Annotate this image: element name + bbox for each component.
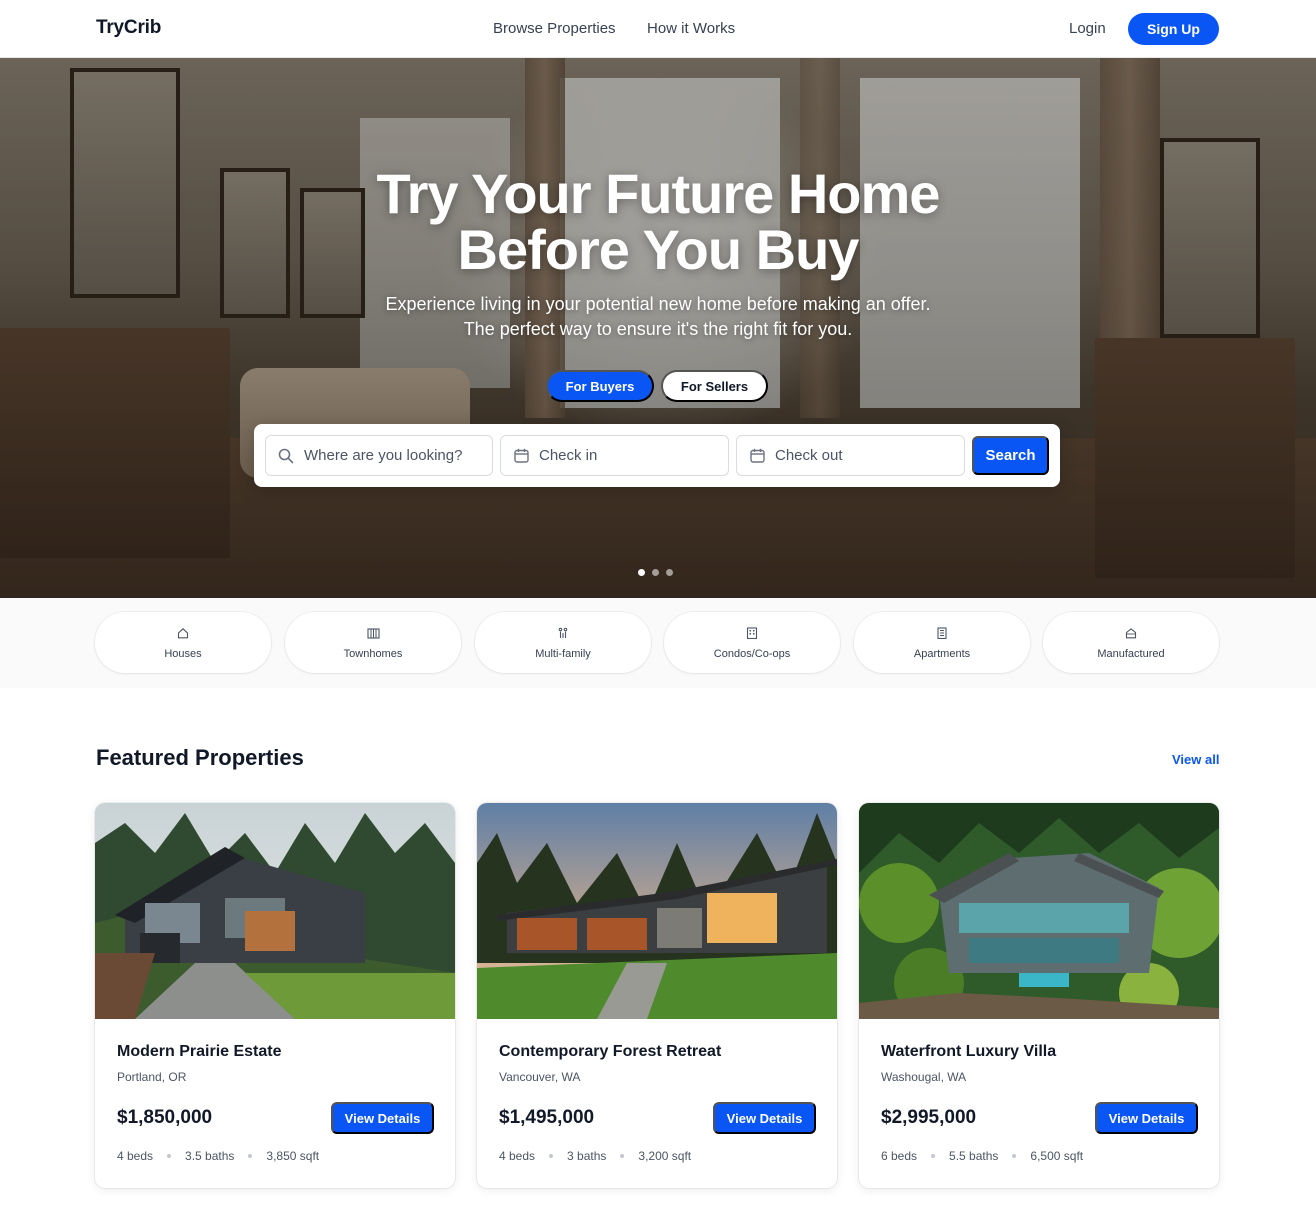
separator-dot [620,1154,625,1158]
for-buyers-toggle[interactable]: For Buyers [546,370,654,402]
category-label: Manufactured [1097,647,1165,660]
property-name: Waterfront Luxury Villa [881,1043,1057,1060]
category-apartments[interactable]: Apartments [854,612,1030,673]
carousel-dot-1[interactable] [638,569,645,576]
property-photo[interactable] [95,803,455,1019]
baths-count: 5.5 baths [949,1149,999,1163]
login-link[interactable]: Login [1069,20,1106,37]
condo-icon [745,626,759,640]
for-sellers-toggle[interactable]: For Sellers [661,370,768,402]
category-multi-family[interactable]: Multi-family [475,612,651,673]
location-search-input[interactable]: Where are you looking? [265,435,493,476]
search-bar: Where are you looking? Check in Check ou… [254,424,1060,487]
view-all-link[interactable]: View all [1172,752,1219,767]
property-specs: 4 beds 3 baths 3,200 sqft [499,1149,691,1163]
property-card[interactable]: Contemporary Forest Retreat Vancouver, W… [477,803,837,1188]
category-condos-co-ops[interactable]: Condos/Co-ops [664,612,840,673]
beds-count: 4 beds [117,1149,154,1163]
nav-how-it-works[interactable]: How it Works [647,20,735,37]
carousel-dots [638,569,673,576]
beds-count: 6 beds [881,1149,918,1163]
hero-section: Try Your Future Home Before You Buy Expe… [0,58,1316,598]
hero-subtitle-line-2: The perfect way to ensure it's the right… [463,319,853,339]
hero-title: Try Your Future Home Before You Buy [0,166,1316,278]
search-icon [277,447,295,465]
hero-title-line-1: Try Your Future Home [376,162,941,225]
check-in-placeholder: Check in [539,447,598,464]
beds-count: 4 beds [499,1149,536,1163]
top-nav-bar: TryCrib Browse Properties How it Works L… [0,0,1316,58]
property-name: Contemporary Forest Retreat [499,1043,722,1060]
baths-count: 3 baths [567,1149,607,1163]
view-details-button[interactable]: View Details [331,1102,434,1134]
property-name: Modern Prairie Estate [117,1043,282,1060]
category-houses[interactable]: Houses [95,612,271,673]
property-price: $1,495,000 [499,1107,595,1128]
check-out-placeholder: Check out [775,447,843,464]
category-label: Condos/Co-ops [713,647,791,660]
property-photo[interactable] [859,803,1219,1019]
property-specs: 4 beds 3.5 baths 3,850 sqft [117,1149,319,1163]
manufactured-home-icon [1124,626,1138,640]
separator-dot [931,1154,936,1158]
category-label: Townhomes [343,647,403,660]
townhome-icon [366,626,380,640]
calendar-icon [748,447,766,465]
baths-count: 3.5 baths [185,1149,235,1163]
separator-dot [248,1154,253,1158]
property-type-categories: Houses Townhomes Multi-family Condos/Co-… [0,598,1316,688]
property-photo[interactable] [477,803,837,1019]
logo[interactable]: TryCrib [96,17,161,39]
square-footage: 6,500 sqft [1030,1149,1084,1163]
property-specs: 6 beds 5.5 baths 6,500 sqft [881,1149,1083,1163]
property-location: Washougal, WA [881,1070,967,1084]
location-placeholder: Where are you looking? [304,447,463,464]
house-icon [176,626,190,640]
carousel-dot-2[interactable] [652,569,659,576]
square-footage: 3,200 sqft [638,1149,692,1163]
separator-dot [1012,1154,1017,1158]
check-in-input[interactable]: Check in [500,435,729,476]
view-details-button[interactable]: View Details [713,1102,816,1134]
separator-dot [549,1154,554,1158]
property-location: Vancouver, WA [499,1070,581,1084]
hero-subtitle-line-1: Experience living in your potential new … [385,294,931,314]
carousel-dot-3[interactable] [666,569,673,576]
search-button[interactable]: Search [972,436,1049,475]
property-card[interactable]: Waterfront Luxury Villa Washougal, WA $2… [859,803,1219,1188]
multi-family-icon [556,626,570,640]
featured-properties-heading: Featured Properties [96,745,304,770]
property-card[interactable]: Modern Prairie Estate Portland, OR $1,85… [95,803,455,1188]
property-location: Portland, OR [117,1070,187,1084]
apartment-icon [935,626,949,640]
check-out-input[interactable]: Check out [736,435,965,476]
category-label: Apartments [913,647,971,660]
category-manufactured[interactable]: Manufactured [1043,612,1219,673]
separator-dot [167,1154,172,1158]
sign-up-button[interactable]: Sign Up [1128,13,1219,45]
nav-browse-properties[interactable]: Browse Properties [493,20,616,37]
property-price: $2,995,000 [881,1107,977,1128]
hero-subtitle: Experience living in your potential new … [0,292,1316,342]
calendar-icon [512,447,530,465]
category-townhomes[interactable]: Townhomes [285,612,461,673]
category-label: Multi-family [535,647,591,660]
view-details-button[interactable]: View Details [1095,1102,1198,1134]
square-footage: 3,850 sqft [266,1149,320,1163]
hero-title-line-2: Before You Buy [457,218,860,281]
category-label: Houses [164,647,202,660]
property-price: $1,850,000 [117,1107,213,1128]
